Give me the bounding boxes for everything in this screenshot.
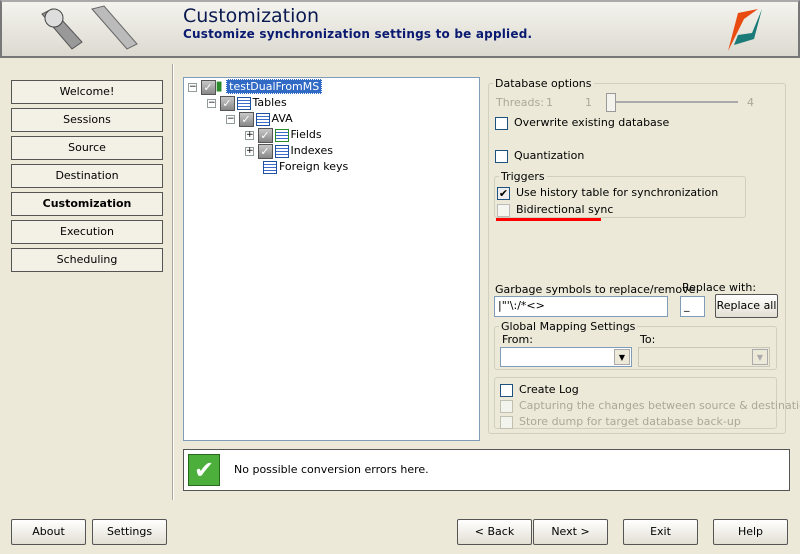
indexes-icon [274,144,289,158]
replace-all-button[interactable]: Replace all [715,294,778,318]
store-dump-checkbox: Store dump for target database back-up [500,415,741,429]
checkbox-icon[interactable]: ✓ [219,95,235,111]
checkbox-label: Overwrite existing database [514,116,670,129]
checkbox-label: Store dump for target database back-up [519,415,741,428]
tree-node-database[interactable]: − ✓ ▮ testDualFromMS [188,79,323,95]
expand-icon[interactable]: + [245,130,254,140]
expand-icon[interactable]: + [245,146,254,156]
collapse-icon[interactable]: − [207,98,216,108]
status-message: No possible conversion errors here. [234,463,429,476]
tree-label: Indexes [290,144,333,157]
back-button[interactable]: < Back [457,519,532,545]
replace-with-input[interactable]: _ [680,296,705,317]
threads-value: 1 [585,96,592,109]
check-icon: ✔ [188,454,220,486]
from-select[interactable]: ▼ [500,347,632,367]
nav-source[interactable]: Source [11,136,163,160]
checkbox-icon[interactable]: ✓ [238,111,254,127]
chevron-down-icon[interactable]: ▼ [614,349,630,365]
collapse-icon[interactable]: − [226,114,235,124]
page-title: Customization [183,5,320,27]
exit-button[interactable]: Exit [623,519,698,545]
checkbox-label: Create Log [519,383,579,396]
threads-min: 1 [546,96,553,109]
header: Customization Customize synchronization … [0,0,800,58]
nav-customization[interactable]: Customization [11,192,163,216]
checkbox-icon[interactable]: ✓ [200,79,216,95]
foreign-keys-icon [263,160,277,174]
tree-node-tables[interactable]: − ✓ Tables [207,95,287,111]
tree-node-indexes[interactable]: + ✓ Indexes [245,143,333,159]
threads-label: Threads: [496,96,544,109]
table-icon [255,112,270,126]
quantization-checkbox[interactable]: Quantization [495,149,584,163]
garbage-symbols-input[interactable]: |"'\:/*<> [494,296,668,317]
tree-label: AVA [271,112,293,125]
next-button[interactable]: Next > [533,519,608,545]
garbage-label: Garbage symbols to replace/remove [495,283,696,296]
checkbox-icon[interactable]: ✓ [257,143,273,159]
object-tree[interactable]: − ✓ ▮ testDualFromMS − ✓ Tables − ✓ AVA + ✓… [183,77,480,441]
nav-welcome[interactable]: Welcome! [11,80,163,104]
nav-execution[interactable]: Execution [11,220,163,244]
checkbox-label: Use history table for synchronization [516,186,719,199]
tree-label: Foreign keys [279,160,349,173]
to-select: ▼ [638,347,770,367]
threads-slider-thumb[interactable] [606,93,616,112]
tree-label: Tables [252,96,287,109]
from-label: From: [502,333,533,346]
about-button[interactable]: About [11,519,86,545]
checkbox-label: Bidirectional sync [516,203,614,216]
checkbox-label: Quantization [514,149,585,162]
collapse-icon[interactable]: − [188,82,197,92]
nav-sessions[interactable]: Sessions [11,108,163,132]
tree-label: Fields [290,128,322,141]
checkbox-label: Capturing the changes between source & d… [519,399,800,412]
tools-logo-icon [41,5,138,50]
tree-node-foreign-keys[interactable]: Foreign keys [261,159,348,174]
highlight-underline [496,218,601,221]
divider [172,64,174,500]
nav-scheduling[interactable]: Scheduling [11,248,163,272]
checkbox-icon[interactable]: ✓ [257,127,273,143]
threads-slider-track[interactable] [606,101,738,103]
replace-with-label: Replace with: [682,281,757,294]
history-table-checkbox[interactable]: ✔ Use history table for synchronization [497,186,718,200]
database-icon: ▮ [215,79,223,94]
group-legend: Database options [495,77,592,90]
nav-destination[interactable]: Destination [11,164,163,188]
group-legend: Global Mapping Settings [501,320,636,333]
to-label: To: [640,333,656,346]
tree-label: testDualFromMS [226,79,323,94]
capture-changes-checkbox: Capturing the changes between source & d… [500,399,800,413]
tables-icon [236,96,251,110]
threads-max: 4 [747,96,754,109]
tree-node-fields[interactable]: + ✓ Fields [245,127,322,143]
settings-button[interactable]: Settings [92,519,167,545]
overwrite-checkbox[interactable]: Overwrite existing database [495,116,669,130]
bidirectional-sync-checkbox[interactable]: Bidirectional sync [497,203,613,217]
create-log-checkbox[interactable]: Create Log [500,383,579,397]
help-button[interactable]: Help [713,519,788,545]
page-subtitle: Customize synchronization settings to be… [183,27,533,41]
fields-icon [274,128,289,142]
tree-node-table-ava[interactable]: − ✓ AVA [226,111,293,127]
status-panel: ✔ No possible conversion errors here. [183,449,790,491]
chevron-down-icon: ▼ [752,349,768,365]
brand-logo-icon [728,9,762,51]
group-legend: Triggers [501,170,545,183]
